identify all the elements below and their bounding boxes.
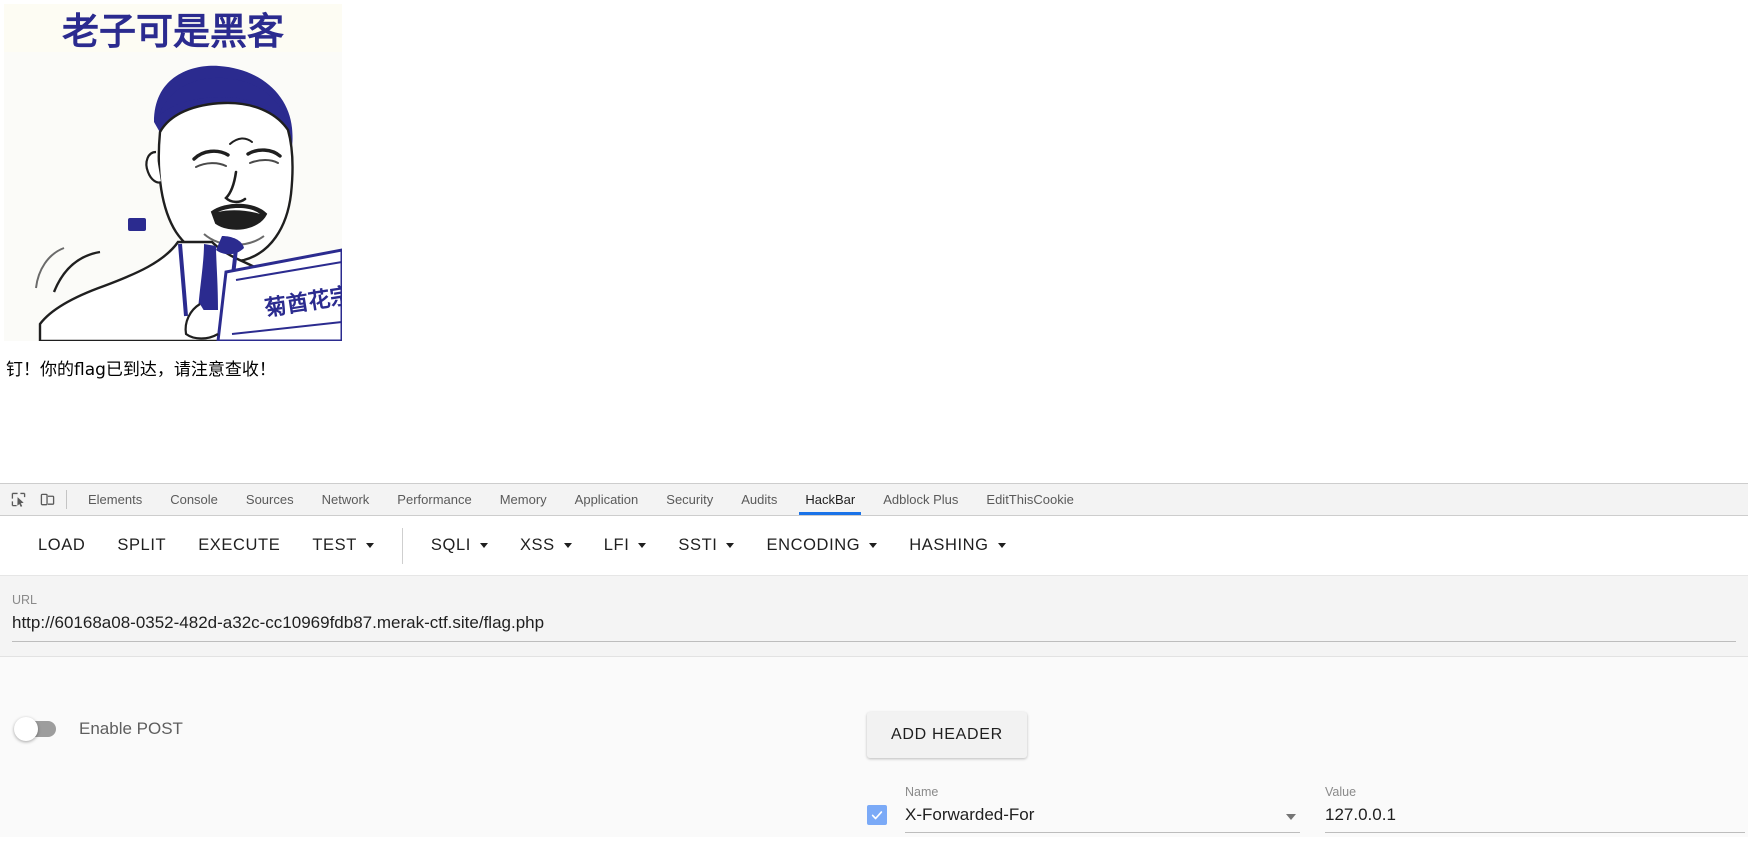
browser-page-content: 老子可是黑客 菊酋花宗 钉！你的flag已到达，请注意查收！: [0, 0, 1748, 483]
menu-load-label: LOAD: [38, 536, 86, 554]
url-input[interactable]: http://60168a08-0352-482d-a32c-cc10969fd…: [12, 608, 1736, 642]
tab-adblock-plus[interactable]: Adblock Plus: [869, 484, 972, 515]
enable-post-label: Enable POST: [79, 719, 183, 738]
hacker-meme-image: 老子可是黑客 菊酋花宗: [4, 4, 342, 341]
tab-performance[interactable]: Performance: [383, 484, 485, 515]
menu-sqli[interactable]: SQLI: [415, 528, 504, 564]
menu-lfi[interactable]: LFI: [588, 528, 663, 564]
devtools-panel: Elements Console Sources Network Perform…: [0, 483, 1748, 851]
menu-hashing[interactable]: HASHING: [893, 528, 1021, 564]
header-name-label: Name: [905, 785, 939, 799]
meme-caption-text: 老子可是黑客: [62, 10, 284, 53]
menu-xss[interactable]: XSS: [504, 528, 588, 564]
menu-ssti-label: SSTI: [678, 536, 718, 554]
chevron-down-icon[interactable]: [1286, 814, 1296, 820]
tab-elements[interactable]: Elements: [74, 484, 156, 515]
tab-sources[interactable]: Sources: [232, 484, 308, 515]
menu-encoding-label: ENCODING: [766, 536, 861, 554]
toggle-track: [14, 717, 56, 741]
menu-execute-label: EXECUTE: [198, 536, 281, 554]
tab-audits[interactable]: Audits: [727, 484, 791, 515]
flag-message-text: 钉！你的flag已到达，请注意查收！: [6, 360, 276, 380]
chevron-down-icon: [869, 543, 878, 548]
menu-split-label: SPLIT: [117, 536, 167, 554]
chevron-down-icon: [638, 543, 647, 548]
menu-sqli-label: SQLI: [430, 536, 471, 554]
toggle-knob: [14, 717, 38, 741]
add-header-button[interactable]: ADD HEADER: [867, 712, 1027, 758]
chevron-down-icon: [365, 543, 374, 548]
tab-application[interactable]: Application: [561, 484, 653, 515]
menu-ssti[interactable]: SSTI: [662, 528, 750, 564]
check-icon: [871, 811, 883, 820]
menu-hashing-label: HASHING: [909, 536, 989, 554]
menu-split[interactable]: SPLIT: [101, 528, 182, 564]
header-name-value[interactable]: X-Forwarded-For: [905, 801, 1300, 828]
device-toolbar-icon[interactable]: [33, 484, 62, 515]
menu-load[interactable]: LOAD: [22, 528, 101, 564]
enable-post-toggle[interactable]: Enable POST: [14, 717, 183, 741]
url-label: URL: [12, 593, 38, 607]
url-section: URL http://60168a08-0352-482d-a32c-cc109…: [0, 576, 1748, 657]
tabbar-divider: [66, 490, 67, 509]
devtools-tabbar: Elements Console Sources Network Perform…: [0, 484, 1748, 516]
tab-memory[interactable]: Memory: [486, 484, 561, 515]
tab-hackbar[interactable]: HackBar: [791, 484, 869, 515]
inspect-element-icon[interactable]: [4, 484, 33, 515]
header-name-field[interactable]: Name X-Forwarded-For: [905, 784, 1300, 833]
menubar-divider: [401, 527, 403, 564]
hackbar-body: Enable POST ADD HEADER Name X-Forwarded-…: [0, 657, 1748, 837]
menu-test[interactable]: TEST: [296, 528, 390, 564]
menu-execute[interactable]: EXECUTE: [182, 528, 296, 564]
header-enabled-checkbox[interactable]: [867, 805, 887, 825]
chevron-down-icon: [563, 543, 572, 548]
hackbar-menubar: LOAD SPLIT EXECUTE TEST SQLI XSS LFI SST…: [0, 516, 1748, 576]
header-value-field[interactable]: Value 127.0.0.1: [1325, 784, 1745, 833]
tab-editthiscookie[interactable]: EditThisCookie: [972, 484, 1087, 515]
menu-encoding[interactable]: ENCODING: [750, 528, 893, 564]
chevron-down-icon: [997, 543, 1006, 548]
tab-network[interactable]: Network: [308, 484, 384, 515]
header-value-value[interactable]: 127.0.0.1: [1325, 801, 1745, 828]
menu-xss-label: XSS: [519, 536, 555, 554]
meme-illustration: 老子可是黑客 菊酋花宗: [4, 4, 342, 341]
header-row: Name X-Forwarded-For Value 127.0.0.1: [867, 784, 1748, 833]
header-value-label: Value: [1325, 785, 1357, 799]
tab-security[interactable]: Security: [652, 484, 727, 515]
menu-lfi-label: LFI: [603, 536, 630, 554]
menu-test-label: TEST: [312, 536, 357, 554]
devtools-tab-list: Elements Console Sources Network Perform…: [74, 484, 1088, 515]
chevron-down-icon: [479, 543, 488, 548]
chevron-down-icon: [726, 543, 735, 548]
tab-console[interactable]: Console: [156, 484, 232, 515]
